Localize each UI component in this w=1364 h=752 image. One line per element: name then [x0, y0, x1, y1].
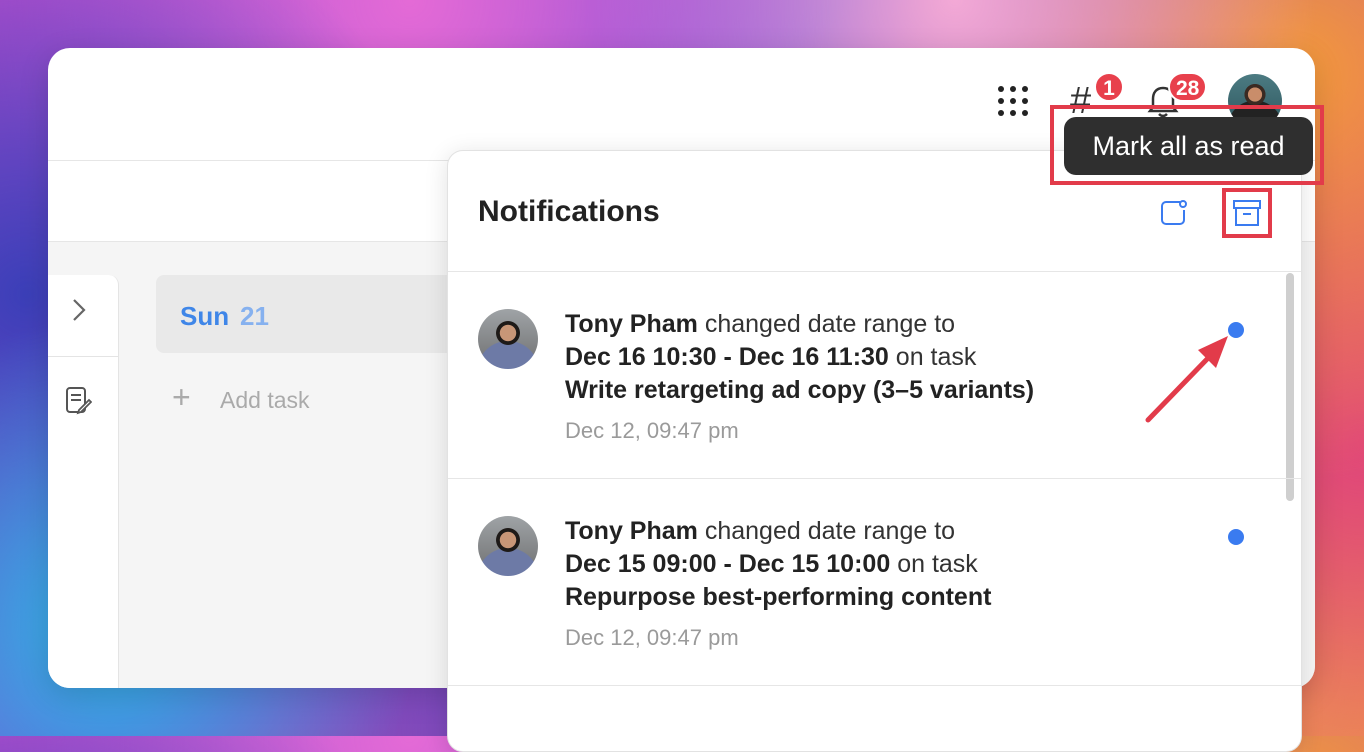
day-column: Sun 21 + Add task [118, 275, 466, 688]
date-range: Dec 16 10:30 - Dec 16 11:30 [565, 343, 889, 371]
mark-all-read-button[interactable] [1222, 188, 1272, 238]
day-header[interactable]: Sun 21 [156, 275, 466, 353]
hash-count-badge: 1 [1094, 72, 1124, 102]
on-task-text: on task [895, 343, 977, 371]
notifications-panel: Notifications Tony Pham changed date ran… [447, 150, 1302, 752]
timestamp: Dec 12, 09:47 pm [565, 418, 739, 443]
task-name: Write retargeting ad copy (3–5 variants) [565, 376, 1035, 404]
timestamp: Dec 12, 09:47 pm [565, 625, 739, 650]
unread-indicator[interactable] [1228, 529, 1244, 545]
apps-grid-icon[interactable] [998, 86, 1030, 118]
mark-all-read-tooltip: Mark all as read [1064, 117, 1313, 175]
settings-icon[interactable] [1158, 198, 1188, 228]
left-rail [48, 275, 119, 688]
add-task-label: Add task [220, 387, 310, 413]
annotation-arrow-icon [1145, 336, 1228, 423]
chevron-right-icon[interactable] [68, 297, 90, 323]
on-task-text: on task [897, 550, 978, 578]
archive-icon [1233, 200, 1261, 226]
rail-divider [48, 356, 118, 357]
notification-text: Tony Pham changed date range to Dec 15 0… [565, 515, 991, 614]
notification-item[interactable]: Tony Pham changed date range to Dec 15 0… [448, 479, 1288, 685]
actor-name: Tony Pham [565, 310, 698, 338]
notification-count-badge: 28 [1168, 72, 1208, 102]
plus-icon: + [172, 379, 191, 415]
day-name: Sun [180, 301, 230, 331]
note-edit-icon[interactable] [64, 385, 92, 415]
item-divider [448, 685, 1301, 686]
action-text: changed date range to [704, 310, 956, 338]
avatar [478, 309, 538, 369]
date-range: Dec 15 09:00 - Dec 15 10:00 [565, 550, 891, 578]
actor-name: Tony Pham [565, 517, 698, 545]
notifications-title: Notifications [478, 195, 660, 228]
day-number: 21 [240, 301, 269, 331]
action-text: changed date range to [704, 517, 956, 545]
notification-text: Tony Pham changed date range to Dec 16 1… [565, 308, 1034, 407]
task-name: Repurpose best-performing content [565, 583, 992, 611]
avatar [478, 516, 538, 576]
